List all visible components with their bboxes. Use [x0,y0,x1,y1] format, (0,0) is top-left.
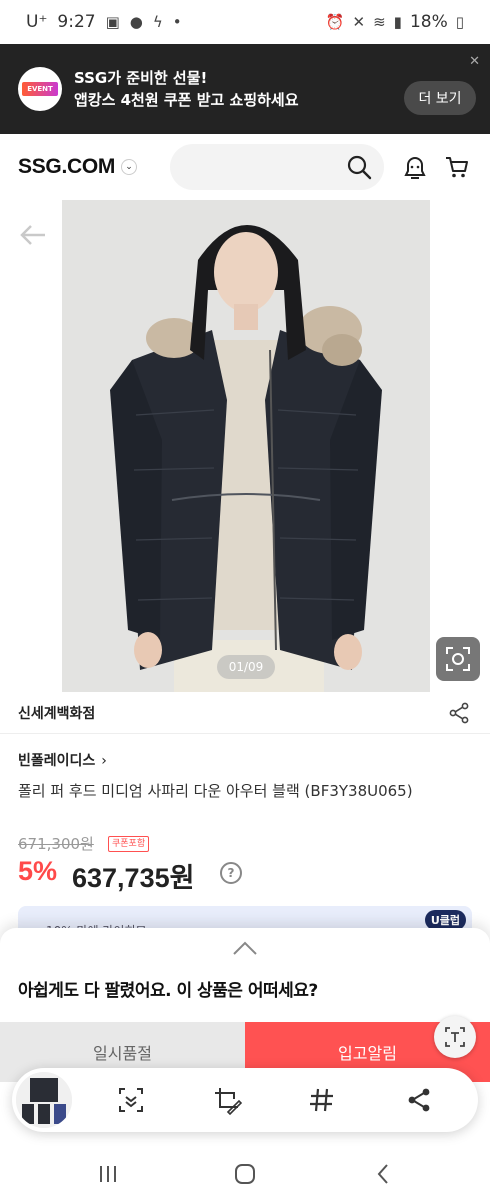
event-badge: EVENT [18,67,62,111]
home-icon[interactable] [233,1162,257,1186]
search-icon[interactable] [346,154,372,180]
chevron-down-icon[interactable]: ⌄ [121,159,138,175]
search-input[interactable] [170,144,384,190]
back-icon[interactable] [372,1162,396,1186]
thumbnail-image [16,1072,72,1128]
product-name: 폴리 퍼 후드 미디엄 사파리 다운 아우터 블랙 (BF3Y38U065) [18,782,413,800]
share-icon[interactable] [404,1085,434,1115]
promo-text: SSG가 준비한 선물! 앱캉스 4천원 쿠폰 받고 쇼핑하세요 [74,67,299,111]
image-search-button[interactable] [436,637,480,681]
promo-title: SSG가 준비한 선물! [74,69,208,87]
crop-edit-icon[interactable] [212,1085,242,1115]
alarm-icon: ⏰ [325,13,345,31]
gallery-notification-icon: ▣ [105,13,120,31]
more-notifications-icon: • [172,13,182,31]
brand-name: 빈폴레이디스 [18,753,96,769]
text-scan-icon [445,1027,465,1047]
app-notification-icon: ● [129,13,143,31]
price-help-icon[interactable]: ? [220,862,242,884]
sale-price: 637,735원 [72,863,195,893]
model-photo [62,200,430,692]
battery-level: 18% [409,12,448,32]
original-price: 671,300원 [18,835,94,853]
promo-banner[interactable]: EVENT SSG가 준비한 선물! 앱캉스 4천원 쿠폰 받고 쇼핑하세요 ✕… [0,44,490,134]
text-extract-button[interactable] [434,1016,476,1058]
close-icon[interactable]: ✕ [469,54,480,69]
scan-camera-icon [446,647,470,671]
product-image[interactable]: 01/09 [62,200,430,692]
store-name[interactable]: 신세계백화점 [18,703,95,723]
flash-notification-icon: ϟ [152,13,163,31]
clock: 9:27 [57,12,96,32]
back-arrow-icon[interactable] [18,220,48,250]
promo-more-button[interactable]: 더 보기 [404,81,476,115]
screenshot-thumbnail[interactable] [16,1072,72,1128]
event-badge-label: EVENT [22,82,58,96]
coupon-included-badge: 쿠폰포함 [108,836,150,852]
chevron-right-icon: › [101,753,107,769]
site-header: SSG.COM ⌄ [0,134,490,200]
scroll-capture-icon[interactable] [116,1085,146,1115]
system-nav-bar [0,1148,490,1200]
promo-subtitle: 앱캉스 4천원 쿠폰 받고 쇼핑하세요 [74,91,299,109]
wifi-icon: ≋ [373,13,386,31]
recent-apps-icon[interactable] [96,1162,120,1186]
discount-rate: 5% [18,856,58,886]
capture-toolbar [12,1068,478,1132]
share-icon[interactable] [448,702,470,724]
ssg-logo[interactable]: SSG.COM [18,155,115,179]
carrier-label: U⁺ [26,12,48,32]
store-row: 신세계백화점 [0,692,490,734]
status-bar: U⁺ 9:27 ▣ ● ϟ • ⏰ ✕ ≋ ▮ 18% ▯ [0,0,490,44]
hashtag-icon[interactable] [307,1085,337,1115]
uclub-badge: U클럽 [424,910,466,930]
cart-icon[interactable] [444,154,470,180]
soldout-message: 아쉽게도 다 팔렸어요. 이 상품은 어떠세요? [18,981,318,1001]
chevron-up-icon[interactable] [232,940,258,956]
alarm-bell-icon[interactable] [402,154,428,180]
signal-icon: ▮ [393,13,402,31]
brand-link[interactable]: 빈폴레이디스 › [18,750,107,770]
mute-icon: ✕ [352,13,366,31]
image-counter: 01/09 [217,655,275,679]
battery-icon: ▯ [455,13,464,31]
